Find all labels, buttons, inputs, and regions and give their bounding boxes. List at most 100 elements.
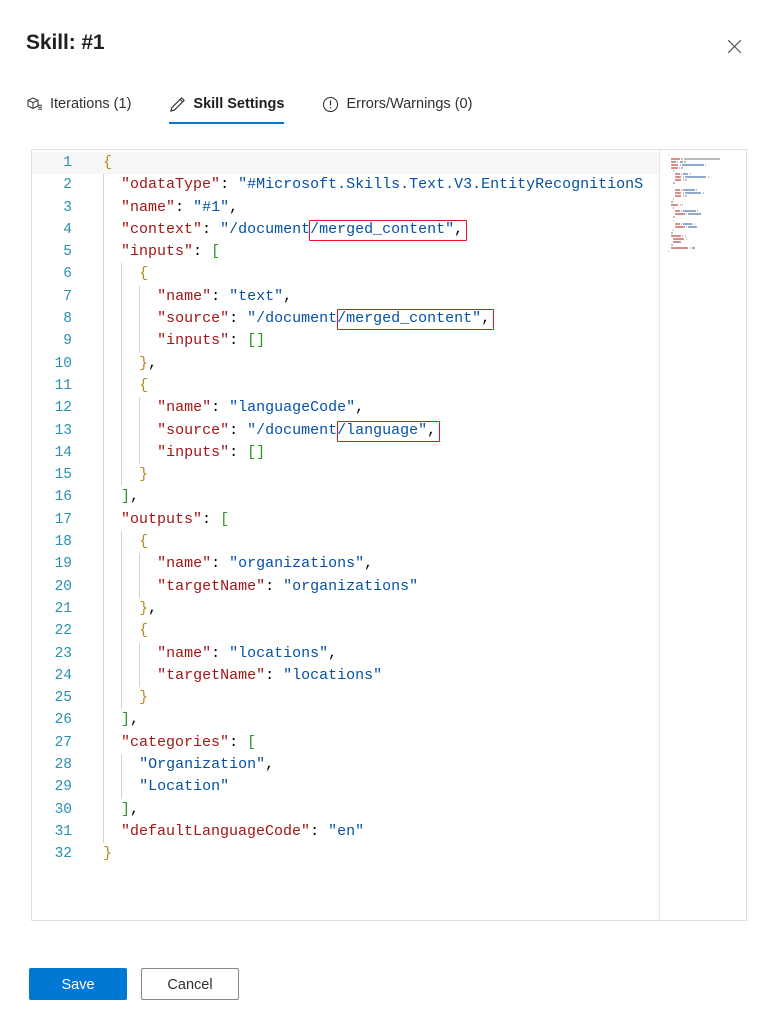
code-line-text[interactable]: "inputs": []: [88, 330, 659, 353]
code-line-text[interactable]: "name": "locations",: [88, 642, 659, 665]
code-line-text[interactable]: ],: [88, 798, 659, 821]
code-line[interactable]: 26 ],: [32, 709, 659, 732]
code-line[interactable]: 11 {: [32, 374, 659, 398]
code-line[interactable]: 23 "name": "locations",: [32, 642, 659, 665]
code-line-text[interactable]: "inputs": [: [88, 241, 659, 264]
code-line[interactable]: 30 ],: [32, 798, 659, 821]
code-line-text[interactable]: "name": "organizations",: [88, 553, 659, 576]
code-line[interactable]: 21 },: [32, 597, 659, 621]
minimap-token: [679, 160, 684, 163]
code-line-text[interactable]: "name": "text",: [88, 285, 659, 309]
code-lines[interactable]: 1{2 "odataType": "#Microsoft.Skills.Text…: [32, 152, 659, 866]
indent-guide: [103, 508, 104, 532]
code-line[interactable]: 31 "defaultLanguageCode": "en": [32, 820, 659, 844]
code-line[interactable]: 24 "targetName": "locations": [32, 664, 659, 688]
minimap-token: [681, 157, 683, 160]
code-line-text[interactable]: {: [88, 374, 659, 398]
editor-code-pane[interactable]: 1{2 "odataType": "#Microsoft.Skills.Text…: [32, 150, 660, 920]
code-line-text[interactable]: "Organization",: [88, 754, 659, 777]
code-line-text[interactable]: {: [88, 152, 659, 174]
code-line-text[interactable]: }: [88, 464, 659, 487]
code-line[interactable]: 32}: [32, 843, 659, 865]
minimap-token: [672, 241, 682, 244]
code-line-text[interactable]: ],: [88, 486, 659, 509]
minimap-indent: [668, 242, 672, 243]
code-line[interactable]: 18 {: [32, 531, 659, 554]
code-line[interactable]: 22 {: [32, 620, 659, 643]
indent-guide: [103, 486, 104, 509]
minimap-token: [682, 179, 684, 182]
indent-guide: [103, 597, 104, 621]
tab-iterations[interactable]: Iterations (1): [26, 94, 147, 124]
close-button[interactable]: [718, 30, 750, 62]
code-line[interactable]: 10 },: [32, 352, 659, 375]
code-line-text[interactable]: }: [88, 687, 659, 710]
code-line-text[interactable]: "defaultLanguageCode": "en": [88, 820, 659, 844]
code-line[interactable]: 1{: [32, 152, 659, 175]
code-line[interactable]: 16 ],: [32, 486, 659, 509]
code-line[interactable]: 25 }: [32, 687, 659, 710]
code-line-text[interactable]: "name": "languageCode",: [88, 397, 659, 420]
code-line[interactable]: 7 "name": "text",: [32, 285, 659, 309]
code-line-text[interactable]: }: [88, 843, 659, 865]
minimap-token: [682, 191, 684, 194]
code-line-text[interactable]: ],: [88, 709, 659, 732]
code-line-text[interactable]: "targetName": "organizations": [88, 575, 659, 598]
code-line-text[interactable]: "source": "/document/language",: [88, 419, 659, 442]
code-line-text[interactable]: "Location": [88, 776, 659, 799]
code-line-text[interactable]: "name": "#1",: [88, 196, 659, 219]
code-line[interactable]: 15 }: [32, 464, 659, 487]
code-line[interactable]: 6 {: [32, 263, 659, 286]
tab-skill-settings[interactable]: Skill Settings: [169, 94, 300, 124]
indent-guide: [103, 196, 104, 219]
code-line[interactable]: 14 "inputs": []: [32, 441, 659, 465]
json-code-editor[interactable]: 1{2 "odataType": "#Microsoft.Skills.Text…: [31, 149, 747, 921]
code-line[interactable]: 19 "name": "organizations",: [32, 553, 659, 576]
tab-errors-warnings[interactable]: Errors/Warnings (0): [322, 94, 488, 124]
code-line[interactable]: 3 "name": "#1",: [32, 196, 659, 219]
code-line-text[interactable]: "outputs": [: [88, 508, 659, 532]
code-line-text[interactable]: "context": "/document/merged_content",: [88, 218, 659, 242]
line-number: 11: [54, 377, 72, 394]
code-line-text[interactable]: {: [88, 263, 659, 286]
cancel-button[interactable]: Cancel: [141, 968, 239, 1000]
code-line-text[interactable]: "source": "/document/merged_content",: [88, 308, 659, 331]
editor-minimap[interactable]: [660, 150, 746, 920]
code-line-text[interactable]: {: [88, 620, 659, 643]
code-line-text[interactable]: "odataType": "#Microsoft.Skills.Text.V3.…: [88, 174, 659, 197]
code-line-text[interactable]: },: [88, 352, 659, 375]
line-number: 13: [54, 422, 72, 439]
minimap-token: [674, 210, 680, 213]
indent-guide: [121, 664, 123, 688]
code-line[interactable]: 2 "odataType": "#Microsoft.Skills.Text.V…: [32, 174, 659, 197]
minimap-indent: [668, 171, 672, 172]
code-line[interactable]: 4 "context": "/document/merged_content",: [32, 218, 659, 242]
code-line[interactable]: 29 "Location": [32, 776, 659, 799]
minimap-indent: [668, 174, 673, 175]
indent-guide: [103, 642, 104, 665]
line-number: 21: [54, 600, 72, 617]
indent-guide: [121, 687, 123, 710]
indent-guide: [103, 352, 104, 375]
code-line-text[interactable]: "targetName": "locations": [88, 664, 659, 688]
save-button[interactable]: Save: [29, 968, 127, 1000]
line-number: 17: [54, 511, 72, 528]
code-line[interactable]: 28 "Organization",: [32, 754, 659, 777]
code-line[interactable]: 13 "source": "/document/language",: [32, 419, 659, 442]
code-line[interactable]: 5 "inputs": [: [32, 241, 659, 264]
code-line[interactable]: 8 "source": "/document/merged_content",: [32, 308, 659, 331]
minimap-token: [693, 222, 695, 225]
code-line[interactable]: 12 "name": "languageCode",: [32, 397, 659, 420]
code-line-text[interactable]: {: [88, 531, 659, 554]
code-line[interactable]: 9 "inputs": []: [32, 330, 659, 353]
code-line-text[interactable]: "categories": [: [88, 731, 659, 755]
code-line-text[interactable]: },: [88, 597, 659, 621]
indent-guide: [121, 285, 123, 309]
code-line-text[interactable]: "inputs": []: [88, 441, 659, 465]
indent-guide: [139, 285, 141, 309]
minimap-indent: [668, 161, 670, 162]
code-line[interactable]: 20 "targetName": "organizations": [32, 575, 659, 598]
code-line[interactable]: 17 "outputs": [: [32, 508, 659, 532]
indent-guide: [103, 308, 104, 331]
code-line[interactable]: 27 "categories": [: [32, 731, 659, 755]
